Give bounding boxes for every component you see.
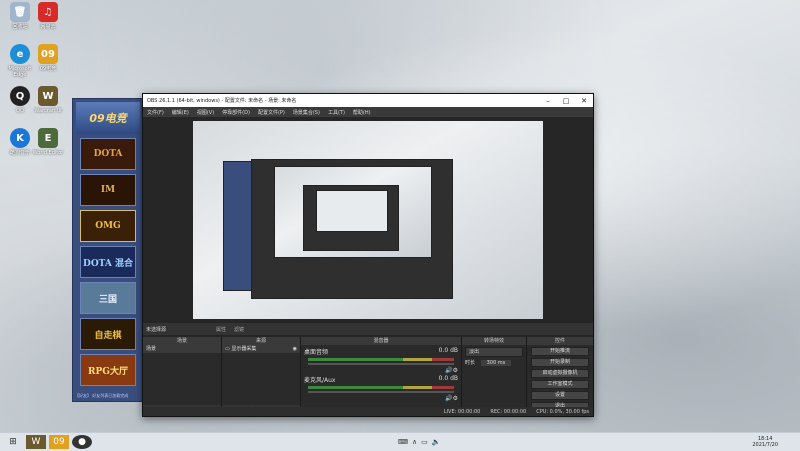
scenes-dock: 场景 场景 + − ∧ ∨ — [143, 337, 222, 415]
virtual-camera-button[interactable]: 启动虚拟摄像机 — [531, 369, 589, 378]
volume-meter — [308, 358, 454, 361]
menu-file[interactable]: 文件(F) — [147, 109, 164, 116]
channel-db: 0.0 dB — [438, 347, 458, 354]
studio-mode-button[interactable]: 工作室模式 — [531, 380, 589, 389]
taskbar: ⊞ W 09 ● ⌨ ∧ ▭ 🔈 18:14 2021/7/20 — [0, 432, 800, 451]
kugou-icon: K — [10, 128, 30, 148]
duration-input[interactable]: 300 ms — [480, 360, 512, 366]
game-tile-dota[interactable]: DOTA — [80, 138, 136, 170]
obs-titlebar[interactable]: OBS 26.1.1 (64-bit, windows) - 配置文件: 未命名… — [143, 94, 593, 107]
mixer-channel-desktop: 桌面音频 0.0 dB 🔊⚙ — [301, 345, 461, 374]
netease-music-icon: ♫ — [38, 2, 58, 22]
mixer-dock-title: 混音器 — [301, 337, 461, 345]
game-panel-footer: 【好友】 好友列表已加载完成 — [75, 393, 129, 398]
game-platform-panel: 09电竞 DOTA IM OMG DOTA 混合 三国 自走棋 RPG大厅 【好… — [72, 98, 144, 402]
controls-dock: 控件 开始推流 开始录制 启动虚拟摄像机 工作室模式 设置 退出 — [527, 337, 593, 415]
scene-item[interactable]: 场景 — [143, 345, 221, 353]
cpu-status: CPU: 0.0%, 30.00 fps — [536, 408, 589, 415]
menu-profile[interactable]: 配置文件(P) — [258, 109, 285, 116]
source-item[interactable]: ▭ 显示器采集 ◉ — [222, 345, 300, 353]
desktop-icon-warcraft[interactable]: W Warcraft III — [30, 86, 66, 114]
obs-preview[interactable]: ➤ — [193, 121, 543, 319]
maximize-icon[interactable]: □ — [557, 97, 575, 105]
chevron-up-icon[interactable]: ∧ — [412, 438, 417, 446]
taskbar-warcraft-icon[interactable]: W — [26, 435, 46, 449]
start-recording-button[interactable]: 开始录制 — [531, 358, 589, 367]
start-button[interactable]: ⊞ — [3, 435, 23, 449]
obs-window: OBS 26.1.1 (64-bit, windows) - 配置文件: 未命名… — [142, 93, 594, 417]
game-tile-auto-chess[interactable]: 自走棋 — [80, 318, 136, 350]
no-source-label: 未选择源 — [146, 326, 167, 333]
game-tile-rpg-hall[interactable]: RPG大厅 — [80, 354, 136, 386]
menu-scene-collection[interactable]: 场景集合(S) — [293, 109, 320, 116]
nested-obs-window — [251, 159, 453, 299]
game-panel-logo: 09电竞 — [76, 102, 140, 134]
nested-preview — [274, 166, 432, 258]
volume-meter — [308, 386, 454, 389]
edge-icon: e — [10, 44, 30, 64]
properties-button[interactable]: 属性 — [216, 326, 226, 333]
obs-menubar: 文件(F) 编辑(E) 视图(V) 停靠部件(D) 配置文件(P) 场景集合(S… — [143, 107, 593, 117]
mixer-channel-mic: 麦克风/Aux 0.0 dB 🔊⚙ — [301, 369, 461, 402]
obs-title: OBS 26.1.1 (64-bit, windows) - 配置文件: 未命名… — [147, 98, 297, 104]
source-bar: 未选择源 属性 滤镜 — [143, 323, 593, 335]
clock-date: 2021/7/20 — [752, 442, 778, 448]
volume-slider[interactable] — [308, 363, 454, 365]
filters-button[interactable]: 滤镜 — [234, 326, 244, 333]
mixer-dock: 混音器 桌面音频 0.0 dB 🔊⚙ 麦克风/Aux 0.0 dB 🔊⚙ — [301, 337, 462, 415]
settings-button[interactable]: 设置 — [531, 391, 589, 400]
channel-name: 麦克风/Aux — [304, 377, 336, 384]
preview-area: ➤ — [143, 117, 593, 339]
nested-obs-window-inner — [303, 185, 399, 251]
taskbar-obs-icon[interactable]: ● — [72, 435, 92, 449]
volume-icon[interactable]: 🔈 — [432, 438, 441, 446]
obs-statusbar: LIVE: 00:00:00 REC: 00:00:00 CPU: 0.0%, … — [143, 407, 593, 416]
source-item-label: 显示器采集 — [231, 346, 257, 352]
volume-slider[interactable] — [308, 391, 454, 393]
desktop-icon-netease[interactable]: ♫ 网易云 — [30, 2, 66, 30]
system-tray: ⌨ ∧ ▭ 🔈 — [398, 438, 441, 446]
sources-dock-title: 来源 — [222, 337, 300, 345]
live-timer: LIVE: 00:00:00 — [443, 408, 481, 415]
duration-label: 时长 — [465, 360, 476, 366]
transitions-dock-title: 转场特效 — [462, 337, 526, 345]
menu-view[interactable]: 视图(V) — [197, 109, 214, 116]
taskbar-09-icon[interactable]: 09 — [49, 435, 69, 449]
09-gaming-icon: 09 — [38, 44, 58, 64]
eye-icon[interactable]: ◉ — [293, 345, 297, 353]
speaker-icon[interactable]: 🔊⚙ — [445, 367, 458, 374]
menu-help[interactable]: 帮助(H) — [353, 109, 371, 116]
nested-preview-inner — [316, 190, 388, 232]
channel-db: 0.0 dB — [438, 375, 458, 382]
game-tile-sanguo[interactable]: 三国 — [80, 282, 136, 314]
nested-game-panel — [223, 161, 253, 291]
transitions-dock: 转场特效 淡出 时长 300 ms — [462, 337, 527, 415]
desktop-icon-09[interactable]: 09 09电竞 — [30, 44, 66, 72]
rec-timer: REC: 00:00:00 — [490, 408, 527, 415]
start-streaming-button[interactable]: 开始推流 — [531, 347, 589, 356]
world-editor-icon: E — [38, 128, 58, 148]
taskbar-clock[interactable]: 18:14 2021/7/20 — [752, 436, 778, 448]
close-icon[interactable]: ✕ — [575, 97, 593, 105]
qq-icon: Q — [10, 86, 30, 106]
menu-tools[interactable]: 工具(T) — [328, 109, 345, 116]
duration-row: 时长 300 ms — [462, 359, 526, 367]
scenes-dock-title: 场景 — [143, 337, 221, 345]
transition-select[interactable]: 淡出 — [465, 347, 523, 357]
game-tile-dota-mix[interactable]: DOTA 混合 — [80, 246, 136, 278]
recycle-bin-icon: 🗑 — [10, 2, 30, 22]
game-tile-omg[interactable]: OMG — [80, 210, 136, 242]
channel-name: 桌面音频 — [304, 349, 329, 356]
warcraft-icon: W — [38, 86, 58, 106]
keyboard-icon[interactable]: ⌨ — [398, 438, 408, 446]
minimize-icon[interactable]: – — [539, 97, 557, 105]
speaker-icon[interactable]: 🔊⚙ — [445, 395, 458, 402]
controls-dock-title: 控件 — [527, 337, 593, 345]
desktop-icon-world-editor[interactable]: E World Editor — [30, 128, 66, 156]
menu-edit[interactable]: 编辑(E) — [172, 109, 189, 116]
network-icon[interactable]: ▭ — [421, 438, 428, 446]
game-tile-im[interactable]: IM — [80, 174, 136, 206]
sources-dock: 来源 ▭ 显示器采集 ◉ + − ⚙ ∧ ∨ — [222, 337, 301, 415]
menu-docks[interactable]: 停靠部件(D) — [222, 109, 250, 116]
